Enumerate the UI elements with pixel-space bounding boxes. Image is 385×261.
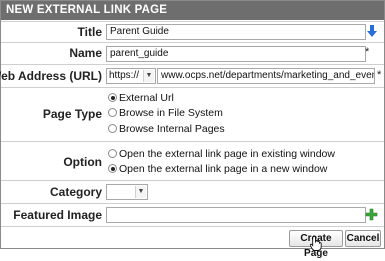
web-address-label: Web Address (URL) (0, 69, 102, 83)
category-row: Category ▼ (1, 180, 384, 203)
sort-down-arrow-icon[interactable] (365, 24, 379, 41)
category-select[interactable]: ▼ (106, 184, 148, 200)
name-label: Name (69, 46, 102, 60)
cancel-button[interactable]: Cancel (345, 230, 381, 247)
url-required-marker: * (377, 69, 382, 81)
protocol-select[interactable]: https:// ▼ (106, 68, 156, 84)
title-input[interactable]: Parent Guide (106, 24, 366, 40)
chevron-down-icon: ▼ (143, 70, 154, 82)
page-type-row: Page Type External Url Browse in File Sy… (1, 87, 384, 141)
featured-image-input[interactable] (106, 207, 366, 223)
dialog-title: NEW EXTERNAL LINK PAGE (1, 1, 384, 20)
new-external-link-dialog: NEW EXTERNAL LINK PAGE Title Parent Guid… (0, 0, 385, 259)
radio-selected-icon (108, 164, 117, 173)
add-plus-icon[interactable] (365, 208, 378, 224)
page-type-option-file-system[interactable]: Browse in File System (108, 107, 223, 119)
featured-image-label: Featured Image (13, 208, 102, 222)
name-input[interactable]: parent_guide (106, 46, 366, 62)
name-row: Name parent_guide * (1, 42, 384, 64)
option-new-window[interactable]: Open the external link page in a new win… (108, 163, 327, 175)
page-type-option-external-url[interactable]: External Url (108, 92, 174, 104)
radio-icon (108, 149, 117, 158)
option-existing-window[interactable]: Open the external link page in existing … (108, 148, 335, 160)
actions-row: Create Page Cancel (1, 226, 384, 259)
url-input[interactable]: www.ocps.net/departments/marketing_and_e… (157, 68, 375, 84)
featured-image-row: Featured Image (1, 203, 384, 226)
radio-icon (108, 124, 117, 133)
web-address-row: Web Address (URL) https:// ▼ www.ocps.ne… (0, 64, 384, 87)
title-row: Title Parent Guide (1, 21, 384, 42)
category-label: Category (49, 185, 102, 199)
hand-cursor-icon (309, 235, 324, 254)
name-required-marker: * (365, 46, 370, 58)
radio-icon (108, 108, 117, 117)
page-type-option-internal-pages[interactable]: Browse Internal Pages (108, 123, 225, 135)
page-type-label: Page Type (42, 107, 102, 121)
option-row: Option Open the external link page in ex… (1, 141, 384, 180)
title-label: Title (77, 25, 102, 39)
option-label: Option (63, 155, 102, 169)
radio-selected-icon (108, 93, 117, 102)
protocol-value: https:// (109, 70, 140, 81)
chevron-down-icon: ▼ (135, 186, 146, 198)
